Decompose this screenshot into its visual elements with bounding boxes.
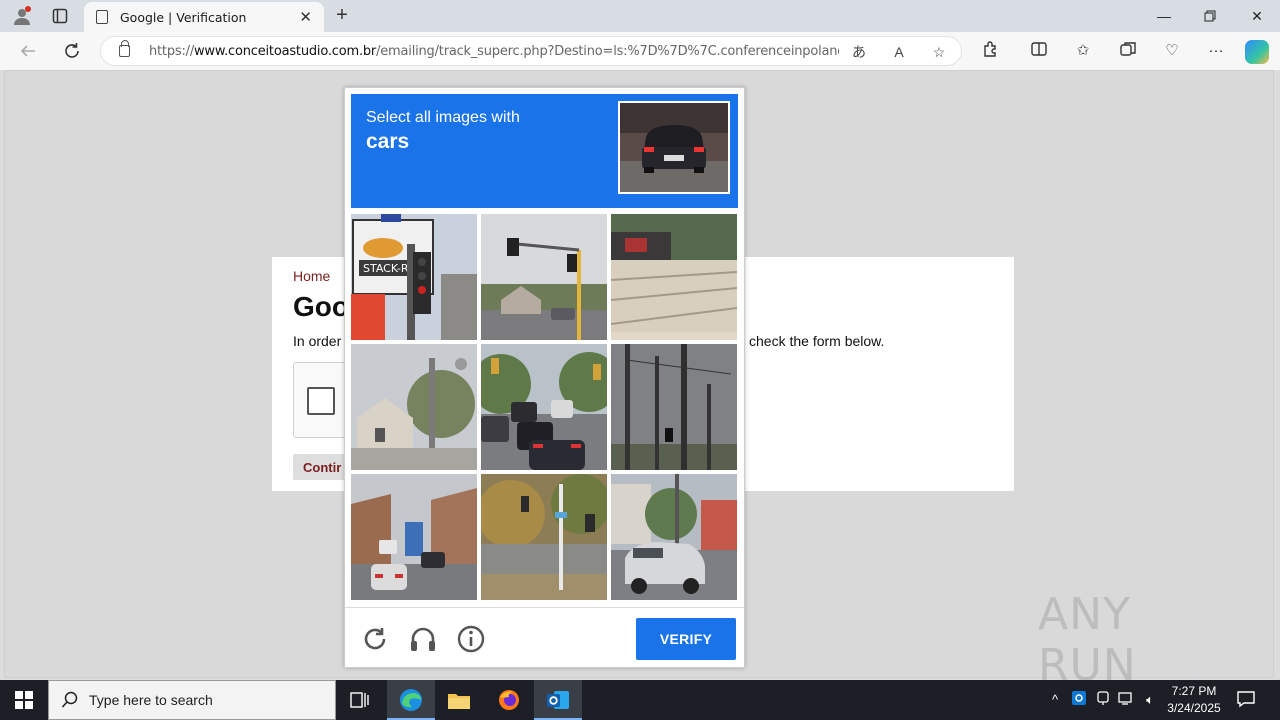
network-icon[interactable] [1117,690,1135,710]
show-hidden-icons[interactable]: ^ [1046,690,1064,710]
browser-tab-bar: Google | Verification ✕ + — ✕ [0,0,1280,32]
taskbar-search[interactable]: Type here to search [48,680,336,720]
more-options-icon[interactable]: ··· [1205,40,1227,62]
windows-taskbar: Type here to search ^ 🔈︎ 7:27 PM 3/24/20… [0,680,1280,720]
lock-icon[interactable] [119,40,130,57]
recaptcha-checkbox[interactable] [307,387,335,415]
image-tile-2[interactable] [481,214,607,340]
clock-date: 3/24/2025 [1167,701,1221,715]
image-tile-7[interactable] [351,474,477,600]
search-placeholder: Type here to search [89,692,213,708]
image-tile-4[interactable] [351,344,477,470]
browser-toolbar: https://www.conceitoastudio.com.br/email… [0,32,1280,70]
refresh-icon[interactable] [58,38,86,64]
copilot-icon[interactable] [1245,40,1269,64]
task-view-icon[interactable] [336,680,384,720]
file-explorer-icon[interactable] [435,680,483,720]
page-icon [96,10,108,24]
challenge-header: Select all images with cars [351,94,738,208]
challenge-footer: VERIFY [345,607,744,668]
tab-title: Google | Verification [120,9,247,25]
image-tile-6[interactable] [611,344,737,470]
collections-icon[interactable] [1117,40,1139,62]
clock-time: 7:27 PM [1171,684,1217,698]
favorite-star-icon[interactable]: ☆ [929,42,949,62]
anyrun-watermark: ANY RUN [1038,589,1234,691]
restore-icon[interactable] [1187,0,1233,32]
new-tab-icon[interactable]: + [330,4,354,28]
browser-essentials-icon[interactable]: ♡ [1161,40,1183,62]
verify-button[interactable]: VERIFY [636,618,736,660]
sample-car-image [618,101,730,194]
reload-challenge-icon[interactable] [360,624,390,654]
favorites-icon[interactable]: ✩ [1072,40,1094,62]
volume-icon[interactable]: 🔈︎ [1141,690,1159,710]
image-tile-3[interactable] [611,214,737,340]
active-tab[interactable]: Google | Verification ✕ [84,2,324,32]
page-title: Goo [293,291,349,322]
edge-taskbar-icon[interactable] [387,680,435,720]
outlook-icon[interactable] [534,680,582,720]
back-icon[interactable] [14,38,42,64]
extensions-icon[interactable] [980,40,1002,62]
split-screen-icon[interactable] [1028,40,1050,62]
outlook-tray-icon[interactable] [1070,690,1088,710]
home-link[interactable]: Home [293,268,330,284]
image-grid: STACK-RZ [351,214,738,601]
challenge-instruction: Select all images with [366,109,520,126]
translate-icon[interactable]: あ [849,42,869,62]
taskbar-clock[interactable]: 7:27 PM 3/24/2025 [1160,683,1228,717]
url-text[interactable]: https://www.conceitoastudio.com.br/email… [149,44,839,59]
captcha-challenge: Select all images with cars STACK-RZ VER… [344,87,745,668]
challenge-target: cars [366,130,410,153]
profile-icon[interactable] [10,4,34,28]
search-icon [61,691,78,708]
watermark-text: ANY RUN [1038,589,1137,691]
close-window-icon[interactable]: ✕ [1234,0,1280,32]
image-tile-1[interactable]: STACK-RZ [351,214,477,340]
image-tile-8[interactable] [481,474,607,600]
tab-actions-icon[interactable] [48,4,72,28]
read-aloud-icon[interactable]: A [889,42,909,62]
windows-logo-icon [15,691,33,709]
image-tile-5[interactable] [481,344,607,470]
firefox-icon[interactable] [485,680,533,720]
tab-close-icon[interactable]: ✕ [299,8,312,26]
notifications-icon[interactable] [1236,690,1256,708]
intro-text: In order [293,333,342,349]
audio-challenge-icon[interactable] [408,624,438,654]
image-tile-9[interactable] [611,474,737,600]
minimize-icon[interactable]: — [1141,0,1187,32]
intro-text-tail: check the form below. [749,333,885,349]
info-icon[interactable] [456,624,486,654]
start-button[interactable] [0,680,48,720]
device-tray-icon[interactable] [1094,690,1112,710]
address-bar[interactable]: https://www.conceitoastudio.com.br/email… [100,36,962,66]
